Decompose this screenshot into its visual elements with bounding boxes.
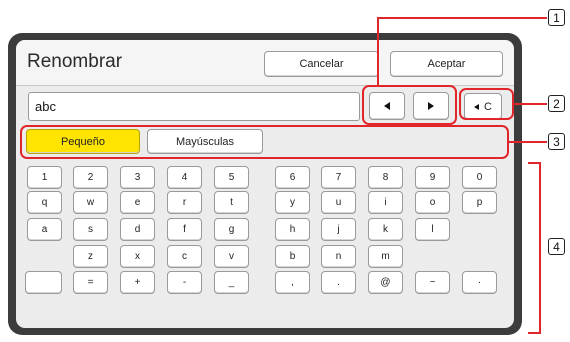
callout-bracket-4-bottom bbox=[528, 332, 540, 334]
key-3[interactable]: 3 bbox=[120, 166, 155, 189]
key-n[interactable]: n bbox=[321, 245, 356, 268]
key-r[interactable]: r bbox=[167, 191, 202, 214]
key-t[interactable]: t bbox=[214, 191, 249, 214]
key-v[interactable]: v bbox=[214, 245, 249, 268]
key-g[interactable]: g bbox=[214, 218, 249, 241]
key-e[interactable]: e bbox=[120, 191, 155, 214]
key-_[interactable]: _ bbox=[214, 271, 249, 294]
key-,[interactable]: , bbox=[275, 271, 310, 294]
key-u[interactable]: u bbox=[321, 191, 356, 214]
key-y[interactable]: y bbox=[275, 191, 310, 214]
key-@[interactable]: @ bbox=[368, 271, 403, 294]
key-c[interactable]: c bbox=[167, 245, 202, 268]
key-+[interactable]: + bbox=[120, 271, 155, 294]
key-9[interactable]: 9 bbox=[415, 166, 450, 189]
callout-number-2: 2 bbox=[548, 95, 565, 112]
key-8[interactable]: 8 bbox=[368, 166, 403, 189]
key-m[interactable]: m bbox=[368, 245, 403, 268]
callout-number-4: 4 bbox=[548, 238, 565, 255]
key-j[interactable]: j bbox=[321, 218, 356, 241]
dialog-header: Renombrar Cancelar Aceptar bbox=[16, 40, 514, 86]
callout-frame-3 bbox=[20, 125, 509, 159]
key-a[interactable]: a bbox=[27, 218, 62, 241]
cancel-button[interactable]: Cancelar bbox=[264, 51, 379, 77]
key-5[interactable]: 5 bbox=[214, 166, 249, 189]
key-l[interactable]: l bbox=[415, 218, 450, 241]
key-h[interactable]: h bbox=[275, 218, 310, 241]
callout-frame-1 bbox=[362, 85, 457, 125]
key-6[interactable]: 6 bbox=[275, 166, 310, 189]
name-input[interactable]: abc bbox=[28, 92, 360, 121]
callout-line-2 bbox=[514, 103, 547, 105]
key-q[interactable]: q bbox=[27, 191, 62, 214]
key-z[interactable]: z bbox=[73, 245, 108, 268]
callout-line-1 bbox=[377, 17, 379, 86]
key-2[interactable]: 2 bbox=[73, 166, 108, 189]
key-p[interactable]: p bbox=[462, 191, 497, 214]
key-space[interactable] bbox=[25, 271, 62, 294]
dialog-title: Renombrar bbox=[27, 51, 123, 72]
callout-frame-2 bbox=[459, 88, 514, 120]
callout-number-3: 3 bbox=[548, 133, 565, 150]
key-s[interactable]: s bbox=[73, 218, 108, 241]
callout-number-1: 1 bbox=[548, 9, 565, 26]
key-f[interactable]: f bbox=[167, 218, 202, 241]
accept-button[interactable]: Aceptar bbox=[390, 51, 503, 77]
key-d[interactable]: d bbox=[120, 218, 155, 241]
key-0[interactable]: 0 bbox=[462, 166, 497, 189]
key-b[interactable]: b bbox=[275, 245, 310, 268]
key-~[interactable]: ~ bbox=[415, 271, 450, 294]
key-k[interactable]: k bbox=[368, 218, 403, 241]
key-.[interactable]: . bbox=[321, 271, 356, 294]
key-i[interactable]: i bbox=[368, 191, 403, 214]
key-4[interactable]: 4 bbox=[167, 166, 202, 189]
key-w[interactable]: w bbox=[73, 191, 108, 214]
key-·[interactable]: · bbox=[462, 271, 497, 294]
key-7[interactable]: 7 bbox=[321, 166, 356, 189]
callout-bracket-4 bbox=[539, 162, 541, 334]
key-x[interactable]: x bbox=[120, 245, 155, 268]
callout-line-3 bbox=[509, 141, 547, 143]
key--[interactable]: - bbox=[167, 271, 202, 294]
key-=[interactable]: = bbox=[73, 271, 108, 294]
key-o[interactable]: o bbox=[415, 191, 450, 214]
key-1[interactable]: 1 bbox=[27, 166, 62, 189]
callout-line-1-h bbox=[377, 17, 547, 19]
callout-bracket-4-top bbox=[528, 162, 540, 164]
name-input-value: abc bbox=[35, 99, 56, 114]
rename-dialog: Renombrar Cancelar Aceptar abc C Pequeño… bbox=[16, 40, 514, 328]
